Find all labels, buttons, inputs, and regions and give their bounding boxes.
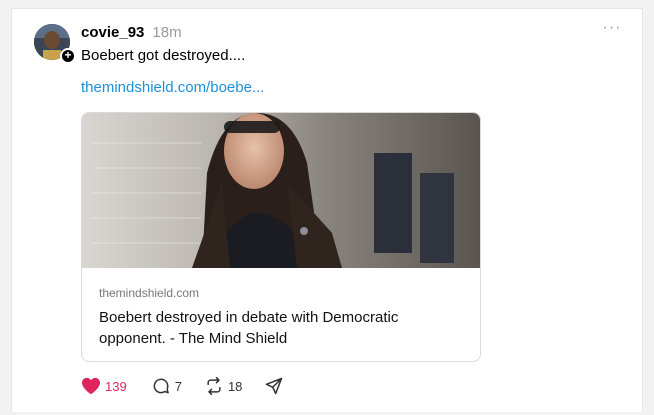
share-button[interactable] xyxy=(264,376,284,396)
heart-icon xyxy=(82,377,100,395)
share-icon xyxy=(266,377,283,395)
comment-icon xyxy=(153,378,169,394)
reply-count: 7 xyxy=(174,378,182,394)
post-header: covie_93 18m xyxy=(81,24,182,44)
link-preview-image xyxy=(82,113,480,268)
post-link[interactable]: themindshield.com/boebe... xyxy=(81,79,264,96)
link-preview-domain: themindshield.com xyxy=(99,286,200,300)
reply-button[interactable]: 7 xyxy=(151,376,182,396)
avatar-container[interactable]: + xyxy=(34,24,76,64)
more-options-icon[interactable]: ··· xyxy=(600,20,624,41)
post-card: + covie_93 18m ··· Boebert got destroyed… xyxy=(11,8,643,412)
link-preview-title: Boebert destroyed in debate with Democra… xyxy=(99,309,399,347)
link-preview-card[interactable]: themindshield.com Boebert destroyed in d… xyxy=(81,112,481,362)
like-count: 139 xyxy=(105,378,127,394)
post-text: Boebert got destroyed.... xyxy=(81,47,246,64)
repost-icon xyxy=(207,376,221,396)
follow-plus-icon[interactable]: + xyxy=(60,48,76,64)
post-time: 18m xyxy=(152,24,182,41)
post-actions: 139 7 18 xyxy=(81,375,306,397)
like-button[interactable]: 139 xyxy=(81,377,127,395)
repost-button[interactable]: 18 xyxy=(204,376,242,396)
username[interactable]: covie_93 xyxy=(81,24,144,41)
repost-count: 18 xyxy=(227,378,243,394)
